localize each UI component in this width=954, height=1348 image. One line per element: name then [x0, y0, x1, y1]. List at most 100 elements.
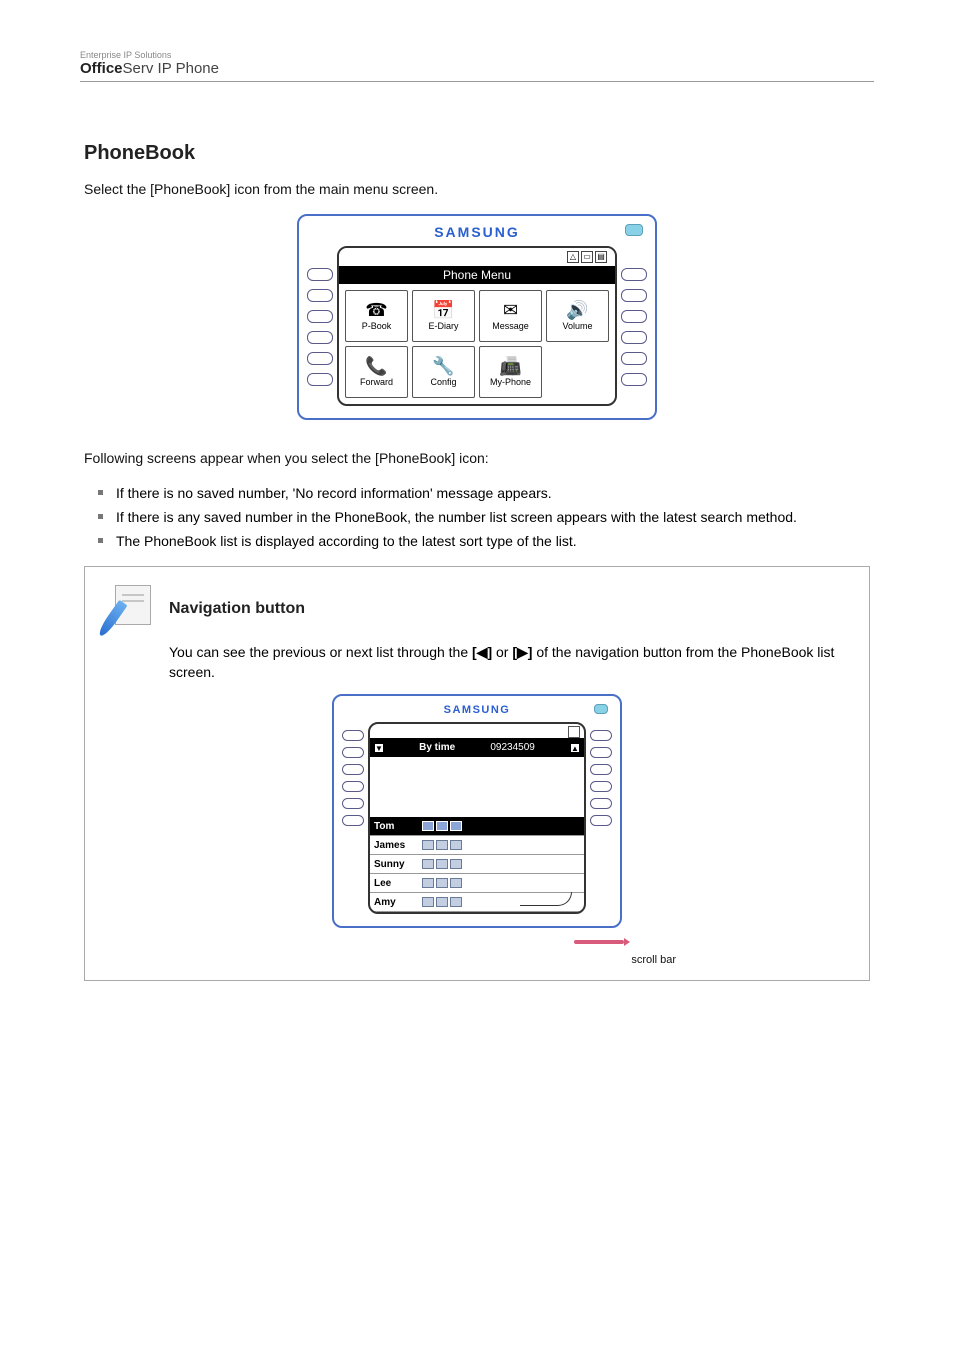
right-side-buttons — [621, 246, 647, 406]
pbook-row[interactable]: James — [370, 836, 584, 855]
soft-key[interactable] — [590, 798, 612, 809]
tag-icon — [450, 840, 462, 850]
scroll-bar-label: scroll bar — [631, 954, 676, 966]
status-page-icon: ▭ — [581, 251, 593, 263]
sort-mode-label: By time — [419, 742, 455, 753]
contact-name: Lee — [374, 878, 422, 889]
tag-icon — [450, 897, 462, 907]
soft-key[interactable] — [621, 310, 647, 323]
soft-key[interactable] — [621, 352, 647, 365]
menu-item-pbook[interactable]: ☎ P-Book — [345, 290, 408, 342]
pbook-icon: ☎ — [365, 301, 387, 319]
contact-name: Amy — [374, 897, 422, 908]
scroll-bar-indicator — [574, 940, 624, 944]
contact-tags — [422, 859, 462, 869]
soft-key[interactable] — [621, 331, 647, 344]
soft-key[interactable] — [342, 764, 364, 775]
soft-key[interactable] — [342, 815, 364, 826]
status-pbook-icon: ▤ — [595, 251, 607, 263]
soft-key[interactable] — [590, 764, 612, 775]
contact-name: James — [374, 840, 422, 851]
soft-key[interactable] — [590, 747, 612, 758]
soft-key[interactable] — [621, 268, 647, 281]
soft-key[interactable] — [307, 289, 333, 302]
soft-key[interactable] — [590, 815, 612, 826]
volume-icon: 🔊 — [566, 301, 588, 319]
menu-item-volume[interactable]: 🔊 Volume — [546, 290, 609, 342]
tag-icon — [450, 821, 462, 831]
menu-item-forward[interactable]: 📞 Forward — [345, 346, 408, 398]
menu-item-myphone[interactable]: 📠 My-Phone — [479, 346, 542, 398]
nav-left-button-label: [◀] — [472, 644, 492, 660]
menu-empty-cell — [546, 346, 609, 398]
sort-up-arrow[interactable]: ▲ — [570, 743, 580, 753]
soft-key[interactable] — [342, 747, 364, 758]
tag-icon — [436, 878, 448, 888]
tag-icon — [436, 897, 448, 907]
soft-key[interactable] — [307, 331, 333, 344]
soft-key[interactable] — [621, 289, 647, 302]
header-product: OfficeServ IP Phone — [80, 60, 874, 77]
menu-label: My-Phone — [490, 377, 531, 387]
soft-key[interactable] — [590, 781, 612, 792]
tag-icon — [436, 840, 448, 850]
status-bell-icon: △ — [567, 251, 579, 263]
left-side-buttons-small — [342, 722, 364, 914]
myphone-icon: 📠 — [499, 357, 521, 375]
soft-key[interactable] — [307, 373, 333, 386]
menu-label: Message — [492, 321, 529, 331]
contact-tags — [422, 897, 462, 907]
device-screen: △ ▭ ▤ Phone Menu ☎ P-Book 📅 E-Diary ✉ — [337, 246, 617, 406]
note-text-pre: You can see the previous or next list th… — [169, 644, 472, 660]
tag-icon — [422, 897, 434, 907]
pbook-row[interactable]: Lee — [370, 874, 584, 893]
tag-icon — [422, 878, 434, 888]
note-text-mid: or — [492, 644, 512, 660]
header-product-rest: Serv IP Phone — [123, 60, 219, 77]
nav-right-button-label: [▶] — [512, 644, 532, 660]
soft-key[interactable] — [621, 373, 647, 386]
bullet-item: The PhoneBook list is displayed accordin… — [98, 531, 874, 552]
menu-label: Config — [430, 377, 456, 387]
pbook-header-row: ▼ By time 09234509 ▲ — [370, 738, 584, 757]
tag-icon — [450, 878, 462, 888]
pbook-screen: ▼ By time 09234509 ▲ Tom James — [368, 722, 586, 914]
tag-icon — [436, 859, 448, 869]
menu-label: Volume — [562, 321, 592, 331]
contact-tags — [422, 821, 462, 831]
soft-key[interactable] — [342, 730, 364, 741]
pbook-row-selected[interactable]: Tom — [370, 817, 584, 836]
tag-icon — [422, 821, 434, 831]
menu-item-message[interactable]: ✉ Message — [479, 290, 542, 342]
contact-name: Sunny — [374, 859, 422, 870]
soft-key[interactable] — [342, 798, 364, 809]
section-intro: Select the [PhoneBook] icon from the mai… — [84, 179, 874, 200]
soft-key[interactable] — [590, 730, 612, 741]
soft-key[interactable] — [342, 781, 364, 792]
menu-item-config[interactable]: 🔧 Config — [412, 346, 475, 398]
led-indicator — [625, 224, 643, 236]
soft-key[interactable] — [307, 268, 333, 281]
tag-icon — [422, 859, 434, 869]
header-tagline: Enterprise IP Solutions — [80, 50, 874, 60]
status-pbook-icon — [568, 726, 580, 738]
forward-icon: 📞 — [365, 357, 387, 375]
soft-key[interactable] — [307, 352, 333, 365]
pbook-row[interactable]: Sunny — [370, 855, 584, 874]
right-side-buttons-small — [590, 722, 612, 914]
device-brand-small: SAMSUNG — [334, 704, 620, 716]
phone-device-main: SAMSUNG △ ▭ ▤ Phone Menu ☎ — [297, 214, 657, 420]
device-brand: SAMSUNG — [299, 224, 655, 240]
bullet-item: If there is no saved number, 'No record … — [98, 483, 874, 504]
note-body: You can see the previous or next list th… — [169, 643, 849, 682]
ediary-icon: 📅 — [432, 301, 454, 319]
menu-label: P-Book — [362, 321, 392, 331]
pbook-row[interactable]: Amy — [370, 893, 584, 912]
menu-item-ediary[interactable]: 📅 E-Diary — [412, 290, 475, 342]
pbook-header-number: 09234509 — [490, 742, 535, 753]
note-icon — [105, 585, 153, 633]
phone-device-pbook: SAMSUNG — [332, 694, 622, 928]
soft-key[interactable] — [307, 310, 333, 323]
after-image-text: Following screens appear when you select… — [84, 448, 874, 469]
sort-down-arrow[interactable]: ▼ — [374, 743, 384, 753]
